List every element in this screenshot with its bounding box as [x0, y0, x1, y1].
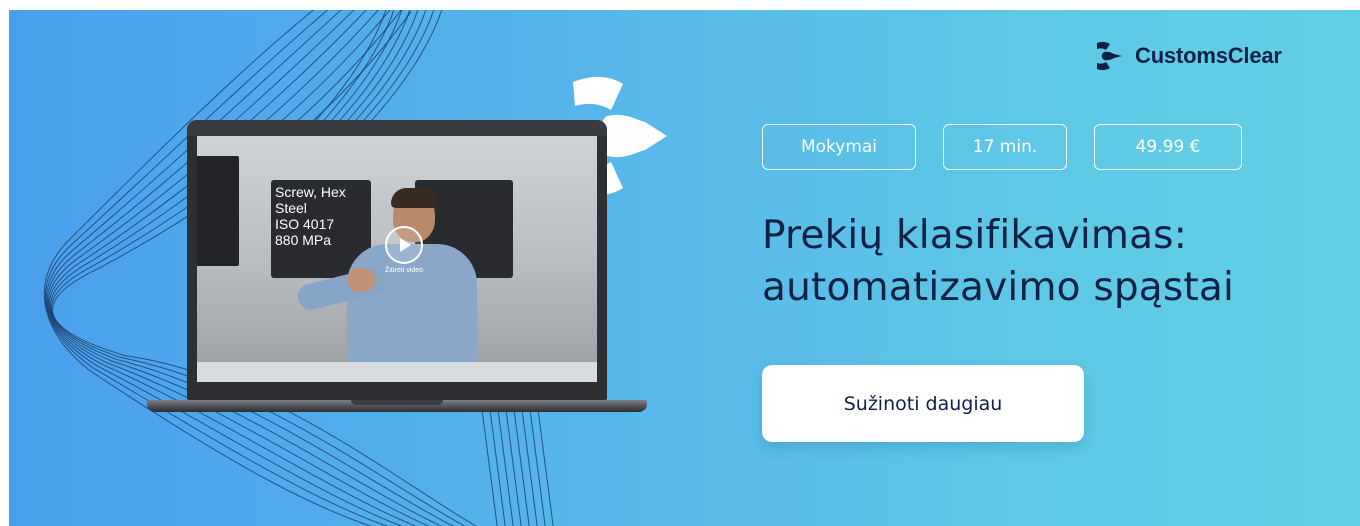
presenter-hair — [391, 188, 437, 208]
learn-more-button[interactable]: Sužinoti daugiau — [762, 365, 1084, 442]
sign-line: Steel — [275, 200, 307, 216]
category-tag: Mokymai — [762, 124, 916, 170]
desk-edge — [197, 362, 597, 382]
presenter-hand — [347, 268, 375, 292]
laptop-notch — [351, 400, 443, 405]
price-tag: 49.99 € — [1094, 124, 1242, 170]
sign-line: 880 MPa — [275, 232, 332, 248]
laptop-bezel-top — [187, 120, 607, 136]
wall-sign-text: Screw, Hex Steel ISO 4017 880 MPa — [275, 184, 371, 248]
course-title: Prekių klasifikavimas: automatizavimo sp… — [762, 210, 1352, 314]
customsclear-arrow-logo-icon — [1097, 41, 1122, 71]
sign-line: Screw, Hex — [275, 184, 346, 200]
wall-panel — [197, 156, 239, 266]
laptop-mockup: Screw, Hex Steel ISO 4017 880 MPa Žiūrėt… — [139, 120, 659, 420]
brand-name: CustomsClear — [1135, 43, 1282, 68]
course-title-line: automatizavimo spąstai — [762, 265, 1235, 310]
play-video-label[interactable]: Žiūrėti video — [373, 267, 435, 274]
sign-line: ISO 4017 — [275, 216, 335, 232]
course-banner: Screw, Hex Steel ISO 4017 880 MPa Žiūrėt… — [9, 10, 1360, 526]
play-video-button[interactable] — [385, 226, 423, 264]
customsclear-logo[interactable]: CustomsClear — [1093, 38, 1282, 74]
duration-tag: 17 min. — [943, 124, 1067, 170]
play-icon — [400, 238, 411, 252]
laptop-lid: Screw, Hex Steel ISO 4017 880 MPa Žiūrėt… — [187, 120, 607, 400]
course-title-line: Prekių klasifikavimas: — [762, 213, 1188, 258]
video-thumbnail[interactable]: Screw, Hex Steel ISO 4017 880 MPa Žiūrėt… — [197, 136, 597, 382]
